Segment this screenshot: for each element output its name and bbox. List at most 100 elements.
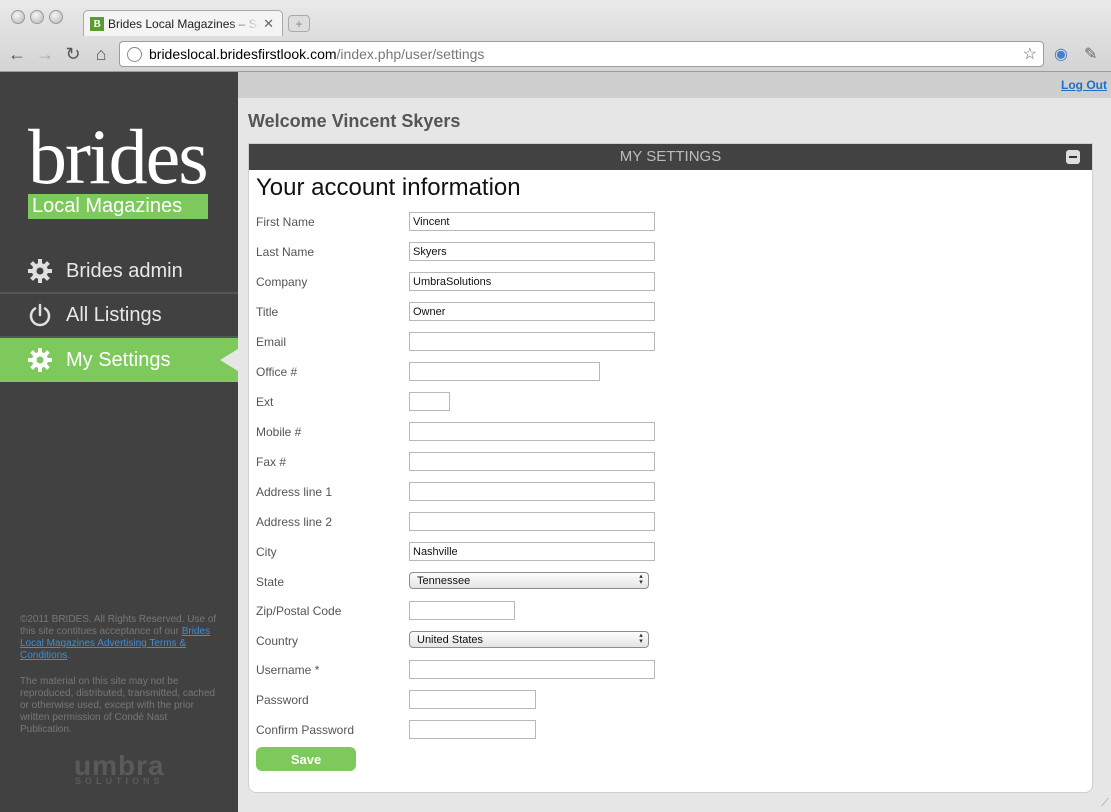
form-title: Your account information xyxy=(256,174,521,201)
field-label: Country xyxy=(256,634,299,648)
city-input[interactable] xyxy=(409,542,655,561)
last-name-input[interactable] xyxy=(409,242,655,261)
sidebar-item-label: All Listings xyxy=(66,303,162,326)
form-row-password: Password xyxy=(256,690,656,710)
wrench-icon[interactable]: ✎ xyxy=(1084,44,1097,64)
form-row-zip: Zip/Postal Code xyxy=(256,601,656,621)
address-line-1-input[interactable] xyxy=(409,482,655,501)
tab-title: Brides Local Magazines – Settings xyxy=(108,16,259,31)
field-label: Company xyxy=(256,275,308,289)
field-label: Zip/Postal Code xyxy=(256,604,342,618)
office-phone-input[interactable] xyxy=(409,362,600,381)
panel-title: MY SETTINGS xyxy=(619,148,722,165)
sidebar-menu: Brides admin All Listings My Settings xyxy=(0,250,238,382)
form-row-state: State Tennessee xyxy=(256,572,656,592)
url-path: /index.php/user/settings xyxy=(336,46,485,62)
form-row-last-name: Last Name xyxy=(256,242,656,262)
confirm-password-input[interactable] xyxy=(409,720,536,739)
field-label: Ext xyxy=(256,395,274,409)
sidebar-item-all-listings[interactable]: All Listings xyxy=(0,294,238,338)
bookmark-star-icon[interactable]: ☆ xyxy=(1023,44,1037,64)
top-bar: Log Out xyxy=(238,72,1111,98)
title-input[interactable] xyxy=(409,302,655,321)
form-row-fax: Fax # xyxy=(256,452,656,472)
form-row-email: Email xyxy=(256,332,656,352)
ext-input[interactable] xyxy=(409,392,450,411)
legal-text: ©2011 BRIDES. All Rights Reserved. Use o… xyxy=(20,614,220,750)
url-host: brideslocal.bridesfirstlook.com xyxy=(149,46,337,62)
logo-word: brides xyxy=(28,113,209,200)
browser-chrome: B Brides Local Magazines – Settings ✕ + … xyxy=(0,0,1111,72)
field-label: Password xyxy=(256,693,309,707)
address-line-2-input[interactable] xyxy=(409,512,655,531)
form-row-company: Company xyxy=(256,272,656,292)
umbra-logo-sub: SOLUTIONS xyxy=(75,776,164,786)
password-input[interactable] xyxy=(409,690,536,709)
close-tab-icon[interactable]: ✕ xyxy=(263,16,274,32)
first-name-input[interactable] xyxy=(409,212,655,231)
forward-icon[interactable]: → xyxy=(34,44,56,65)
field-label: State xyxy=(256,575,285,589)
form-row-office: Office # xyxy=(256,362,656,382)
company-input[interactable] xyxy=(409,272,655,291)
country-select[interactable]: United States xyxy=(409,631,649,648)
settings-panel: MY SETTINGS Your account information Fir… xyxy=(248,143,1093,793)
navigation-bar: ← → ↻ ⌂ brideslocal.bridesfirstlook.com /… xyxy=(0,40,1111,70)
globe-icon xyxy=(127,46,142,62)
minimize-window-button[interactable] xyxy=(30,10,44,24)
form-row-username: Username * xyxy=(256,660,656,680)
form-row-confirm-password: Confirm Password xyxy=(256,720,656,740)
field-label: City xyxy=(256,545,277,559)
favicon-icon: B xyxy=(90,16,104,31)
field-label: Title xyxy=(256,305,279,319)
form-row-title: Title xyxy=(256,302,656,322)
brides-logo[interactable]: brides Local Magazines xyxy=(28,113,212,219)
sidebar: brides Local Magazines Brides admin All … xyxy=(0,72,238,812)
field-label: Confirm Password xyxy=(256,723,355,737)
new-tab-button[interactable]: + xyxy=(288,15,310,32)
field-label: Last Name xyxy=(256,245,315,259)
sidebar-item-label: Brides admin xyxy=(66,259,183,282)
panel-header: MY SETTINGS xyxy=(249,144,1092,170)
zoom-window-button[interactable] xyxy=(49,10,63,24)
logo-subtitle: Local Magazines xyxy=(28,194,208,219)
username-input[interactable] xyxy=(409,660,655,679)
form-row-address-2: Address line 2 xyxy=(256,512,656,532)
legal-paragraph-2: The material on this site may not be rep… xyxy=(20,676,216,735)
welcome-heading: Welcome Vincent Skyers xyxy=(248,111,461,131)
save-button[interactable]: Save xyxy=(256,747,356,771)
sidebar-item-brides-admin[interactable]: Brides admin xyxy=(0,250,238,294)
power-icon xyxy=(27,302,53,328)
umbra-logo: umbra SOLUTIONS xyxy=(74,750,165,786)
gear-icon xyxy=(27,347,53,373)
field-label: Office # xyxy=(256,365,298,379)
field-label: Fax # xyxy=(256,455,287,469)
zip-input[interactable] xyxy=(409,601,515,620)
state-select[interactable]: Tennessee xyxy=(409,572,649,589)
sidebar-item-label: My Settings xyxy=(66,348,171,371)
resize-grip-icon[interactable]: ⟋ xyxy=(1101,797,1109,810)
form-row-first-name: First Name xyxy=(256,212,656,232)
email-input[interactable] xyxy=(409,332,655,351)
mobile-input[interactable] xyxy=(409,422,655,441)
legal-suffix: . xyxy=(67,650,71,661)
field-label: Mobile # xyxy=(256,425,302,439)
logout-link[interactable]: Log Out xyxy=(1061,78,1107,92)
fax-input[interactable] xyxy=(409,452,655,471)
address-bar[interactable]: brideslocal.bridesfirstlook.com/index.ph… xyxy=(119,41,1044,67)
collapse-icon[interactable] xyxy=(1066,150,1080,164)
sidebar-item-my-settings[interactable]: My Settings xyxy=(0,338,238,382)
close-window-button[interactable] xyxy=(11,10,25,24)
field-label: Address line 2 xyxy=(256,515,333,529)
form-row-country: Country United States xyxy=(256,631,656,651)
field-label: Address line 1 xyxy=(256,485,333,499)
form-row-address-1: Address line 1 xyxy=(256,482,656,502)
form-row-ext: Ext xyxy=(256,392,656,412)
reload-icon[interactable]: ↻ xyxy=(62,44,84,65)
back-icon[interactable]: ← xyxy=(6,44,28,65)
browser-tab[interactable]: B Brides Local Magazines – Settings ✕ xyxy=(83,10,283,36)
field-label: Username * xyxy=(256,663,320,677)
home-icon[interactable]: ⌂ xyxy=(90,44,112,65)
form-row-city: City xyxy=(256,542,656,562)
extension-icon[interactable]: ◉ xyxy=(1054,44,1068,64)
